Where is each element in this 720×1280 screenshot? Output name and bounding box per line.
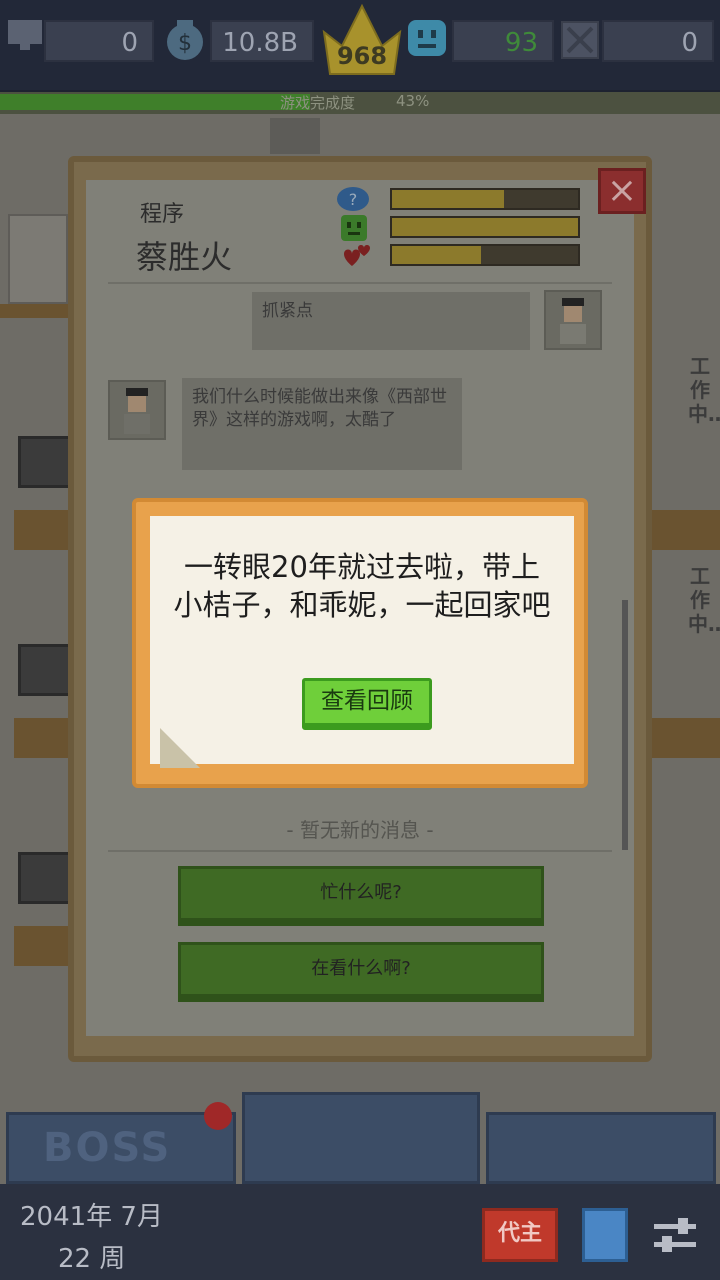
reply-option-button[interactable]: 在看什么啊?	[178, 942, 544, 1002]
shelf	[0, 304, 70, 318]
bottom-tabs: BOSS	[0, 1092, 720, 1184]
notification-dot	[204, 1102, 232, 1130]
tab-office[interactable]	[242, 1092, 480, 1184]
employee-avatar	[108, 380, 166, 440]
wall-sign	[270, 118, 320, 154]
game-progress-percent: 43%	[396, 92, 430, 110]
mood-bar	[390, 216, 580, 238]
fails-stat: 0	[602, 20, 714, 62]
smile-face-icon	[406, 18, 448, 58]
happiness-stat: 93	[452, 20, 554, 62]
svg-text:?: ?	[349, 190, 358, 209]
game-progress-fill	[0, 94, 310, 110]
working-status-text: 工作中……	[688, 564, 720, 636]
svg-text:$: $	[178, 31, 192, 56]
boss-avatar	[544, 290, 602, 350]
panel-divider	[108, 850, 612, 852]
game-progress-bar: 游戏完成度 43%	[0, 92, 720, 114]
happiness-value: 93	[504, 28, 538, 58]
game-progress-label: 游戏完成度	[280, 94, 356, 112]
employees-stat: 0	[44, 20, 154, 62]
cross-box-icon	[560, 20, 600, 60]
chat-message-right: 抓紧点	[252, 292, 530, 350]
office-desk-base	[650, 510, 720, 550]
mood-bar-fill	[392, 218, 578, 236]
dialog-message: 一转眼20年就过去啦，带上小桔子，和乖妮，一起回家吧	[173, 550, 551, 622]
book-icon[interactable]	[582, 1208, 628, 1262]
working-status-text: 工作中……	[688, 354, 720, 426]
date-week: 22 周	[58, 1244, 126, 1274]
money-value: 10.8B	[222, 28, 298, 58]
view-review-button[interactable]: 查看回顾	[302, 678, 432, 730]
boss-mode-button[interactable]: 代主	[482, 1208, 558, 1262]
chat-scrollbar[interactable]	[622, 600, 628, 850]
brick-wall	[8, 214, 68, 304]
skill-bar-fill	[392, 190, 504, 208]
reply-option-button[interactable]: 忙什么呢?	[178, 866, 544, 926]
dialog-paper: 一转眼20年就过去啦，带上小桔子，和乖妮，一起回家吧 查看回顾	[150, 516, 574, 768]
chat-message-left: 我们什么时候能做出来像《西部世界》这样的游戏啊，太酷了	[182, 378, 462, 470]
employees-value: 0	[121, 28, 138, 58]
paper-curl	[160, 728, 200, 768]
date-year-month: 2041年 7月	[20, 1202, 163, 1232]
fails-value: 0	[681, 28, 698, 58]
no-new-messages-text: - 暂无新的消息 -	[286, 818, 434, 842]
close-icon: ×	[606, 170, 638, 211]
employee-name: 蔡胜火	[136, 238, 233, 276]
tab-boss[interactable]: BOSS	[6, 1112, 236, 1184]
money-bag-icon: $	[162, 16, 208, 62]
crown-level[interactable]: 968	[320, 2, 404, 76]
smile-face-icon	[336, 214, 370, 242]
tab-market[interactable]	[486, 1112, 716, 1184]
loyalty-bar	[390, 244, 580, 266]
panel-divider	[108, 282, 612, 284]
top-stats-bar: 0 $ 10.8B 968 93 0	[0, 0, 720, 90]
skill-bar	[390, 188, 580, 210]
question-icon: ?	[336, 186, 370, 214]
hearts-icon	[336, 242, 370, 270]
retirement-dialog: 一转眼20年就过去啦，带上小桔子，和乖妮，一起回家吧 查看回顾	[132, 498, 588, 788]
monitor-icon	[6, 18, 44, 52]
crown-level-value: 968	[336, 42, 388, 70]
settings-sliders-icon[interactable]	[652, 1214, 698, 1258]
loyalty-bar-fill	[392, 246, 482, 264]
tab-boss-label: BOSS	[43, 1125, 172, 1171]
office-desk-base	[650, 718, 720, 758]
money-stat: 10.8B	[210, 20, 314, 62]
employee-role: 程序	[140, 202, 185, 227]
close-button[interactable]: ×	[598, 168, 646, 214]
